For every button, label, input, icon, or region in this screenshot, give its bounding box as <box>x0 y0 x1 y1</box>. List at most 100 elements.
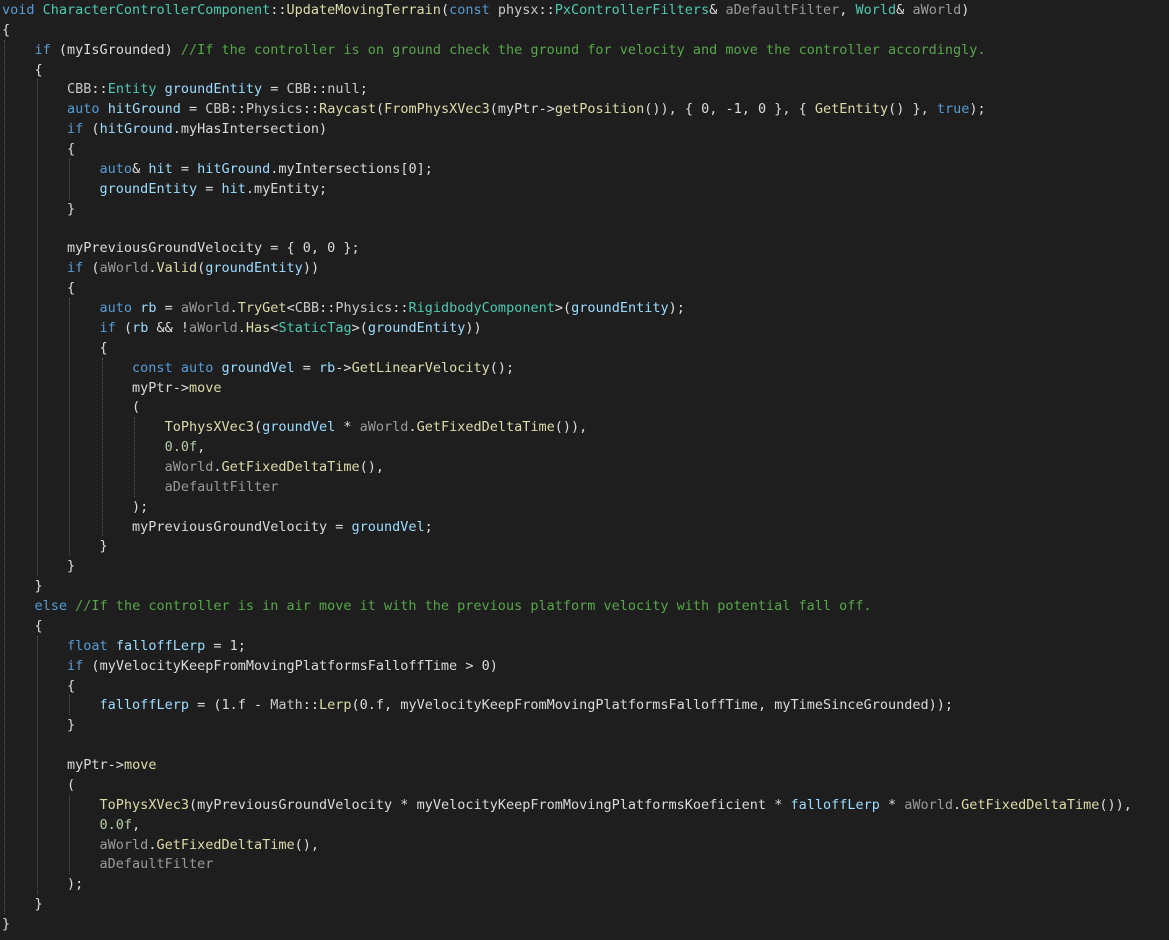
code-line: aDefaultFilter <box>2 477 279 497</box>
code-token: Math <box>270 697 303 714</box>
code-token: myTimeSinceGrounded <box>774 697 929 714</box>
code-token: groundEntity <box>164 81 263 98</box>
code-token: myVelocityKeepFromMovingPlatformsKoefici… <box>416 796 767 813</box>
code-token: ( <box>115 319 133 336</box>
code-token: & <box>709 2 726 18</box>
code-token: auto <box>67 101 100 118</box>
code-token: ( <box>83 260 100 277</box>
code-token: (0.f, <box>351 697 401 714</box>
code-token: > 0) <box>457 657 498 674</box>
code-token: ()), <box>554 419 588 436</box>
code-line: } <box>2 894 43 914</box>
code-token: )); <box>928 697 954 714</box>
code-token: :: <box>91 81 108 98</box>
code-token: myIsGrounded <box>67 41 165 58</box>
code-token: >( <box>554 300 572 317</box>
code-token: Entity <box>107 81 157 98</box>
code-token: FromPhysXVec3 <box>384 101 490 118</box>
code-token: && ! <box>148 319 189 336</box>
code-token: :: <box>392 300 409 317</box>
code-line: { <box>2 139 75 159</box>
code-token: { <box>2 617 43 634</box>
code-token: ) <box>961 2 970 18</box>
code-token: & <box>132 160 149 177</box>
code-token: ( <box>83 657 100 674</box>
code-token: aWorld <box>904 796 954 813</box>
code-token: = <box>156 300 181 317</box>
code-token: GetEntity <box>814 101 889 118</box>
code-token: rb <box>319 359 336 376</box>
code-token: ToPhysXVec3 <box>164 419 254 436</box>
code-token: groundEntity <box>571 300 669 317</box>
code-line: ToPhysXVec3(groundVel * aWorld.GetFixedD… <box>2 417 588 437</box>
code-line: if (myVelocityKeepFromMovingPlatformsFal… <box>2 656 498 676</box>
code-token: (), <box>294 836 320 853</box>
code-token: //If the controller is in air move it wi… <box>75 598 872 615</box>
code-token: . <box>237 319 246 336</box>
code-line: aDefaultFilter <box>2 854 214 874</box>
code-token: :: <box>310 81 328 98</box>
code-line: { <box>2 676 75 696</box>
code-line: 0.0f, <box>2 437 206 457</box>
code-token: hitGround <box>197 160 271 177</box>
code-line: } <box>2 576 43 596</box>
code-token: = <box>172 160 198 177</box>
code-token: groundVel <box>221 359 295 376</box>
code-token: groundVel <box>351 518 425 535</box>
code-token: -> <box>538 101 555 118</box>
code-line: auto& hit = hitGround.myIntersections[0]… <box>2 159 433 179</box>
code-token: ( <box>489 101 498 118</box>
code-token: RigidbodyComponent <box>408 300 555 317</box>
code-token: ( <box>2 399 141 416</box>
code-token: myIntersections <box>278 160 401 177</box>
code-token: { <box>2 61 43 78</box>
code-line: ( <box>2 775 75 795</box>
code-token: Physics <box>245 101 303 118</box>
code-line: if (rb && !aWorld.Has<StaticTag>(groundE… <box>2 318 482 338</box>
code-token: ToPhysXVec3 <box>99 796 189 813</box>
code-editor[interactable]: void CharacterControllerComponent::Updat… <box>0 0 1169 940</box>
code-token: PxControllerFilters <box>554 2 710 18</box>
code-token: = 1; <box>205 637 246 654</box>
code-token: :: <box>302 101 320 118</box>
code-token: aDefaultFilter <box>164 478 279 495</box>
code-token: ( <box>2 776 76 793</box>
code-token: ( <box>375 101 385 118</box>
code-token: = { 0, 0 }; <box>262 240 360 257</box>
code-token: Physics <box>335 300 393 317</box>
code-token: aWorld <box>164 459 214 475</box>
code-line: const auto groundVel = rb->GetLinearVelo… <box>2 358 514 378</box>
code-token: null <box>327 81 360 98</box>
code-token: . <box>245 180 255 197</box>
code-token: aWorld <box>359 419 409 436</box>
code-token: { <box>2 339 108 356</box>
code-token: rb <box>140 300 157 317</box>
code-token: } <box>2 538 108 555</box>
code-token: myPreviousGroundVelocity <box>197 796 393 813</box>
code-token: aDefaultFilter <box>725 2 840 18</box>
indent-guide <box>69 158 71 199</box>
code-line: groundEntity = hit.myEntity; <box>2 179 328 199</box>
code-line: falloffLerp = (1.f - Math::Lerp(0.f, myV… <box>2 695 953 715</box>
code-token: * <box>766 796 791 813</box>
code-token: } <box>2 578 43 595</box>
